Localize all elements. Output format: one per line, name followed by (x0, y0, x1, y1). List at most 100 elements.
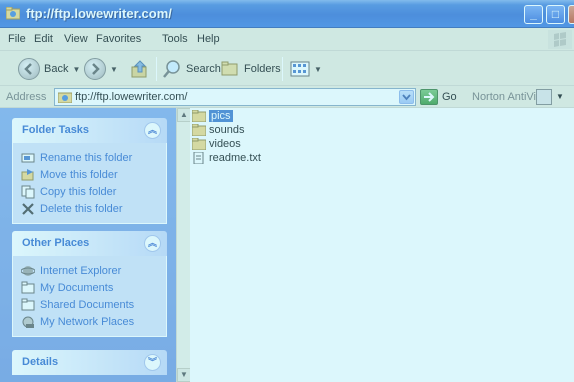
rename-icon (21, 153, 35, 162)
forward-button[interactable]: ▼ (84, 57, 118, 81)
views-dropdown-icon[interactable]: ▼ (314, 65, 322, 74)
address-value: ftp://ftp.lowewriter.com/ (75, 91, 188, 103)
address-bar: Address ftp://ftp.lowewriter.com/ Go Nor… (0, 86, 574, 108)
minimize-button[interactable]: _ (524, 5, 543, 24)
back-dropdown-icon[interactable]: ▼ (72, 65, 80, 74)
close-button[interactable]: × (568, 5, 574, 24)
collapse-up-icon[interactable]: ︽ (144, 122, 161, 139)
toolbar-separator (156, 57, 157, 81)
task-label: Move this folder (40, 168, 118, 181)
menu-edit[interactable]: Edit (34, 33, 53, 45)
task-pane: Folder Tasks ︽ Rename this folder Move t… (0, 108, 190, 382)
up-folder-button[interactable] (130, 57, 150, 81)
toolbar-separator (282, 57, 283, 81)
expand-down-icon[interactable]: ︾ (144, 354, 161, 371)
address-dropdown-button[interactable] (399, 90, 414, 104)
menu-help[interactable]: Help (197, 33, 220, 45)
place-label: My Network Places (40, 315, 135, 328)
task-delete-folder[interactable]: Delete this folder (21, 200, 166, 217)
up-folder-icon (131, 60, 147, 78)
delete-icon (22, 202, 34, 215)
file-list: pics sounds videos readme.txt (190, 108, 574, 382)
folder-tasks-panel: Folder Tasks ︽ Rename this folder Move t… (12, 118, 167, 224)
task-rename-folder[interactable]: Rename this folder (21, 149, 166, 166)
forward-dropdown-icon[interactable]: ▼ (110, 65, 118, 74)
menu-bar: File Edit View Favorites Tools Help (0, 28, 574, 51)
folders-icon (221, 61, 238, 76)
scroll-up-icon[interactable]: ▲ (177, 108, 191, 122)
close-icon: × (569, 7, 574, 22)
back-button[interactable]: Back ▼ (18, 57, 80, 81)
ftp-folder-icon (6, 7, 20, 20)
folder-icon (192, 137, 206, 150)
file-name: readme.txt (209, 151, 261, 164)
address-label: Address (6, 91, 47, 103)
text-file-icon (193, 151, 204, 164)
folder-icon (192, 109, 206, 122)
folder-icon (192, 123, 206, 136)
views-button[interactable]: ▼ (290, 57, 322, 81)
task-label: Delete this folder (40, 202, 123, 215)
back-label: Back (44, 63, 69, 75)
task-move-folder[interactable]: Move this folder (21, 166, 166, 183)
search-button[interactable]: Search (162, 57, 221, 81)
address-input[interactable]: ftp://ftp.lowewriter.com/ (54, 88, 416, 106)
task-pane-scrollbar[interactable]: ▲ ▼ (176, 108, 191, 382)
norton-antivirus-icon[interactable] (536, 89, 552, 105)
search-icon (163, 60, 180, 78)
go-label[interactable]: Go (442, 91, 457, 103)
windows-logo-icon (548, 30, 572, 49)
scroll-down-icon[interactable]: ▼ (177, 368, 191, 382)
list-item[interactable]: readme.txt (192, 150, 261, 165)
folder-tasks-header[interactable]: Folder Tasks ︽ (12, 118, 167, 143)
title-bar: ftp://ftp.lowewriter.com/ _ □ × (0, 0, 574, 28)
go-arrow-icon (424, 92, 435, 102)
menu-favorites[interactable]: Favorites (96, 33, 141, 45)
details-panel: Details ︾ (12, 350, 167, 375)
go-button[interactable] (420, 89, 438, 105)
search-label: Search (186, 63, 221, 75)
folder-tasks-list: Rename this folder Move this folder Copy… (12, 143, 167, 224)
back-arrow-icon (18, 58, 40, 80)
folders-label: Folders (244, 63, 281, 75)
task-copy-folder[interactable]: Copy this folder (21, 183, 166, 200)
collapse-up-icon[interactable]: ︽ (144, 235, 161, 252)
place-my-network-places[interactable]: My Network Places (21, 313, 166, 330)
task-label: Rename this folder (40, 151, 133, 164)
list-item[interactable]: videos (192, 136, 241, 151)
menu-file[interactable]: File (8, 33, 26, 45)
folder-tasks-title: Folder Tasks (22, 124, 90, 136)
window-title: ftp://ftp.lowewriter.com/ (26, 6, 172, 21)
shared-documents-icon (21, 298, 35, 310)
menu-tools[interactable]: Tools (162, 33, 188, 45)
file-name: videos (209, 137, 241, 150)
place-label: Shared Documents (40, 298, 135, 311)
toolbar: Back ▼ ▼ Search Folders ▼ (0, 51, 574, 86)
place-label: My Documents (40, 281, 114, 294)
other-places-header[interactable]: Other Places ︽ (12, 231, 167, 256)
task-label: Copy this folder (40, 185, 117, 198)
place-my-documents[interactable]: My Documents (21, 279, 166, 296)
copy-icon (21, 185, 35, 198)
minimize-icon: _ (530, 7, 537, 21)
menu-view[interactable]: View (64, 33, 88, 45)
details-title: Details (22, 356, 59, 368)
file-name: pics (209, 109, 233, 122)
place-internet-explorer[interactable]: Internet Explorer (21, 262, 166, 279)
other-places-panel: Other Places ︽ Internet Explorer My Docu… (12, 231, 167, 337)
network-places-icon (22, 316, 34, 328)
other-places-list: Internet Explorer My Documents Shared Do… (12, 256, 167, 337)
maximize-button[interactable]: □ (546, 5, 565, 24)
list-item[interactable]: pics (192, 108, 233, 123)
ftp-folder-icon (58, 92, 72, 103)
list-item[interactable]: sounds (192, 122, 244, 137)
forward-arrow-icon (84, 58, 106, 80)
place-label: Internet Explorer (40, 264, 122, 277)
file-name: sounds (209, 123, 245, 136)
norton-dropdown-icon[interactable]: ▼ (556, 92, 564, 101)
place-shared-documents[interactable]: Shared Documents (21, 296, 166, 313)
my-documents-icon (21, 281, 35, 293)
details-header[interactable]: Details ︾ (12, 350, 167, 375)
internet-explorer-icon (21, 265, 35, 276)
folders-button[interactable]: Folders (220, 57, 281, 81)
